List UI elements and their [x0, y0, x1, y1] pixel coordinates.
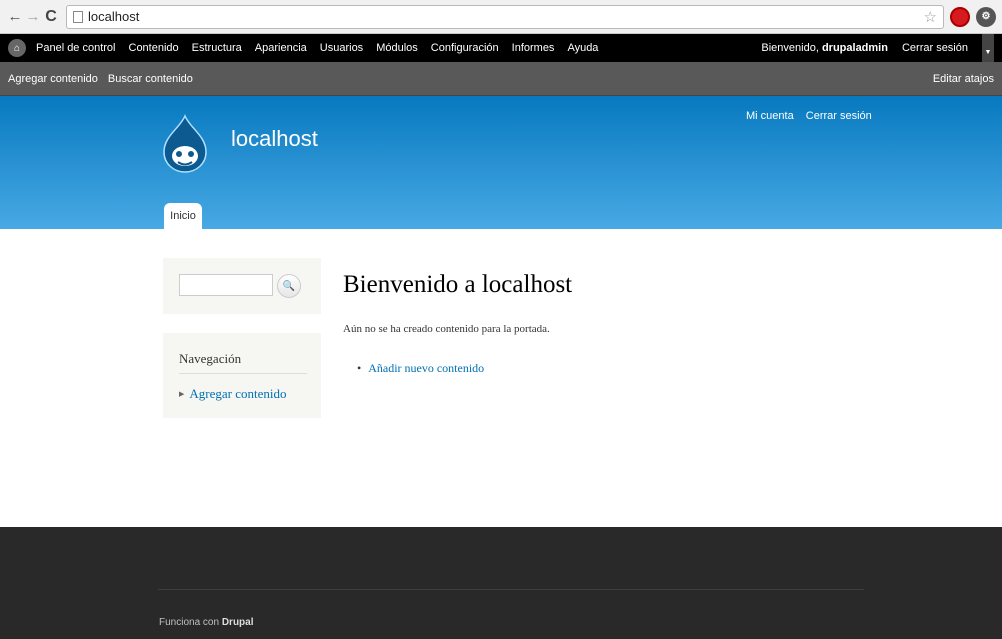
- intro-text: Aún no se ha creado contenido para la po…: [343, 323, 550, 335]
- shortcut-add-content[interactable]: Agregar contenido: [8, 73, 98, 85]
- drupal-logo-icon[interactable]: [162, 114, 208, 174]
- powered-by: Funciona con Drupal: [159, 617, 254, 628]
- search-icon[interactable]: 🔍: [277, 274, 301, 298]
- shortcuts-bar: Agregar contenido Buscar contenido Edita…: [0, 62, 1002, 96]
- drupal-link[interactable]: Drupal: [222, 617, 254, 628]
- reload-icon[interactable]: C: [42, 6, 60, 28]
- shortcut-find-content[interactable]: Buscar contenido: [108, 73, 193, 85]
- menu-configuracion[interactable]: Configuración: [431, 42, 499, 54]
- menu-informes[interactable]: Informes: [512, 42, 555, 54]
- admin-toolbar: ⌂ Panel de control Contenido Estructura …: [0, 34, 1002, 62]
- menu-contenido[interactable]: Contenido: [129, 42, 179, 54]
- menu-ayuda[interactable]: Ayuda: [567, 42, 598, 54]
- extension-icon[interactable]: ⚙: [976, 6, 996, 27]
- add-content-link[interactable]: Añadir nuevo contenido: [357, 361, 484, 376]
- secondary-menu: Mi cuenta Cerrar sesión: [746, 110, 881, 122]
- opera-extension-icon[interactable]: [950, 6, 970, 27]
- logout-link[interactable]: Cerrar sesión: [902, 42, 968, 54]
- my-account-link[interactable]: Mi cuenta: [746, 110, 794, 122]
- site-name[interactable]: localhost: [231, 126, 318, 152]
- forward-icon[interactable]: →: [24, 6, 42, 28]
- menu-modulos[interactable]: Módulos: [376, 42, 418, 54]
- navigation-block: Navegación ▶ Agregar contenido: [163, 333, 321, 418]
- bookmark-star-icon[interactable]: ☆: [924, 8, 937, 26]
- page-icon: [73, 10, 83, 23]
- username-link[interactable]: drupaladmin: [822, 42, 888, 54]
- back-icon[interactable]: ←: [6, 6, 24, 28]
- secondary-logout-link[interactable]: Cerrar sesión: [806, 110, 872, 122]
- browser-toolbar: ← → C localhost ☆ ⚙: [0, 0, 1002, 34]
- site-footer: Funciona con Drupal: [0, 527, 1002, 639]
- bullet-arrow-icon: ▶: [179, 390, 185, 398]
- search-input[interactable]: [179, 274, 273, 296]
- footer-divider: [158, 589, 864, 590]
- navigation-title: Navegación: [179, 351, 307, 374]
- page-title: Bienvenido a localhost: [343, 271, 573, 298]
- home-icon[interactable]: ⌂: [8, 39, 26, 57]
- welcome-text: Bienvenido, drupaladmin: [761, 42, 888, 54]
- tab-inicio[interactable]: Inicio: [164, 203, 202, 229]
- menu-usuarios[interactable]: Usuarios: [320, 42, 363, 54]
- address-bar[interactable]: localhost ☆: [66, 4, 944, 29]
- site-header: localhost Mi cuenta Cerrar sesión Inicio: [0, 96, 1002, 229]
- search-block: 🔍: [163, 258, 321, 314]
- menu-apariencia[interactable]: Apariencia: [255, 42, 307, 54]
- nav-link-label[interactable]: Agregar contenido: [189, 386, 286, 402]
- menu-panel[interactable]: Panel de control: [36, 42, 116, 54]
- menu-estructura[interactable]: Estructura: [192, 42, 242, 54]
- nav-add-content-link[interactable]: ▶ Agregar contenido: [179, 386, 307, 402]
- edit-shortcuts-link[interactable]: Editar atajos: [933, 73, 994, 85]
- shortcuts-toggle-icon[interactable]: ▼: [982, 34, 994, 62]
- url-text: localhost: [88, 9, 140, 24]
